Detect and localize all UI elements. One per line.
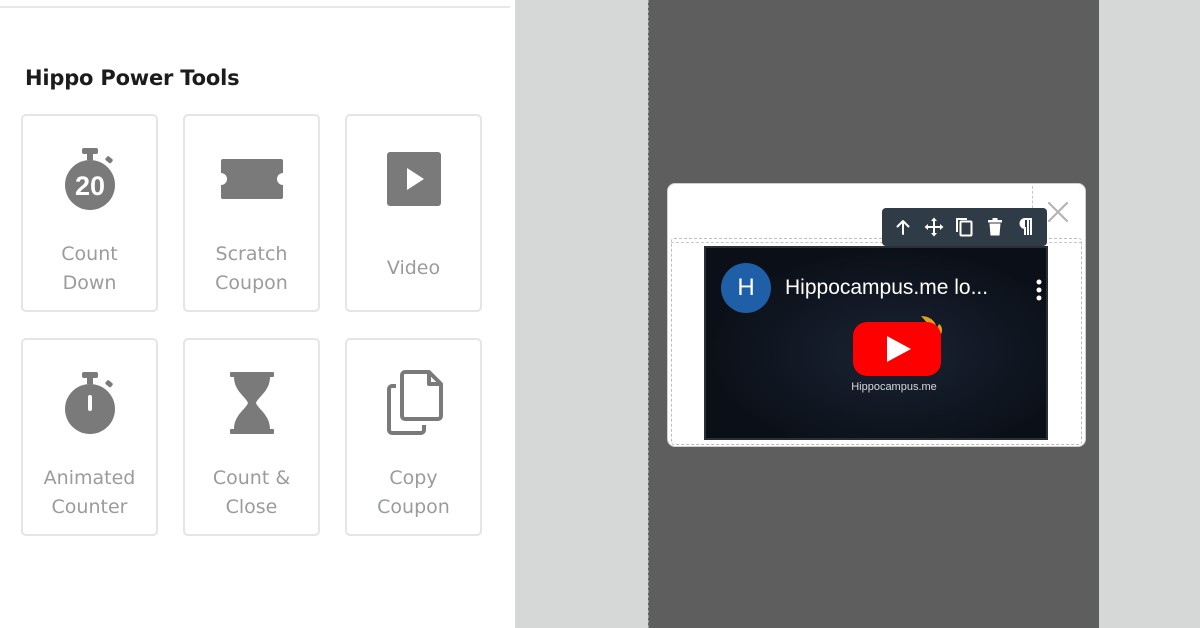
duplicate-icon[interactable] (952, 215, 976, 239)
more-options-icon[interactable] (1034, 278, 1044, 302)
stopwatch-icon (55, 368, 125, 438)
tool-label: Count & Close (212, 467, 291, 518)
trash-icon[interactable] (983, 215, 1007, 239)
tool-label: Animated Counter (43, 467, 136, 518)
video-title[interactable]: Hippocampus.me lo... (785, 276, 988, 300)
block-toolbar (882, 208, 1047, 246)
close-icon[interactable] (1046, 200, 1070, 224)
arrow-up-icon[interactable] (891, 215, 915, 239)
move-icon[interactable] (922, 215, 946, 239)
tool-label: Count Down (61, 243, 118, 294)
youtube-embed[interactable]: H Hippocampus.me lo... Hippocampus.me (704, 246, 1048, 440)
copy-icon (379, 368, 449, 438)
divider (0, 6, 510, 8)
pilcrow-icon[interactable] (1014, 215, 1038, 239)
tools-panel: Hippo Power Tools 20 Count Down Scratch Co… (0, 0, 515, 628)
thumbnail-caption: Hippocampus.me (851, 381, 937, 393)
tool-card-count-down[interactable]: 20 Count Down (21, 114, 158, 312)
stopwatch-20-icon: 20 (55, 144, 125, 214)
play-square-icon (379, 144, 449, 214)
tool-label: Scratch Coupon (215, 243, 288, 294)
tool-label: Video (386, 257, 441, 279)
hourglass-icon (217, 368, 287, 438)
channel-avatar[interactable]: H (721, 263, 771, 313)
tool-card-video[interactable]: Video (345, 114, 482, 312)
canvas-guide-line (648, 0, 649, 628)
panel-title: Hippo Power Tools (25, 66, 240, 90)
tool-card-copy-coupon[interactable]: Copy Coupon (345, 338, 482, 536)
ticket-icon (217, 144, 287, 214)
tool-card-scratch-coupon[interactable]: Scratch Coupon (183, 114, 320, 312)
youtube-play-icon[interactable] (851, 314, 943, 376)
tool-label: Copy Coupon (377, 467, 450, 518)
tool-card-animated-counter[interactable]: Animated Counter (21, 338, 158, 536)
tool-card-count-and-close[interactable]: Count & Close (183, 338, 320, 536)
svg-text:20: 20 (74, 171, 104, 201)
